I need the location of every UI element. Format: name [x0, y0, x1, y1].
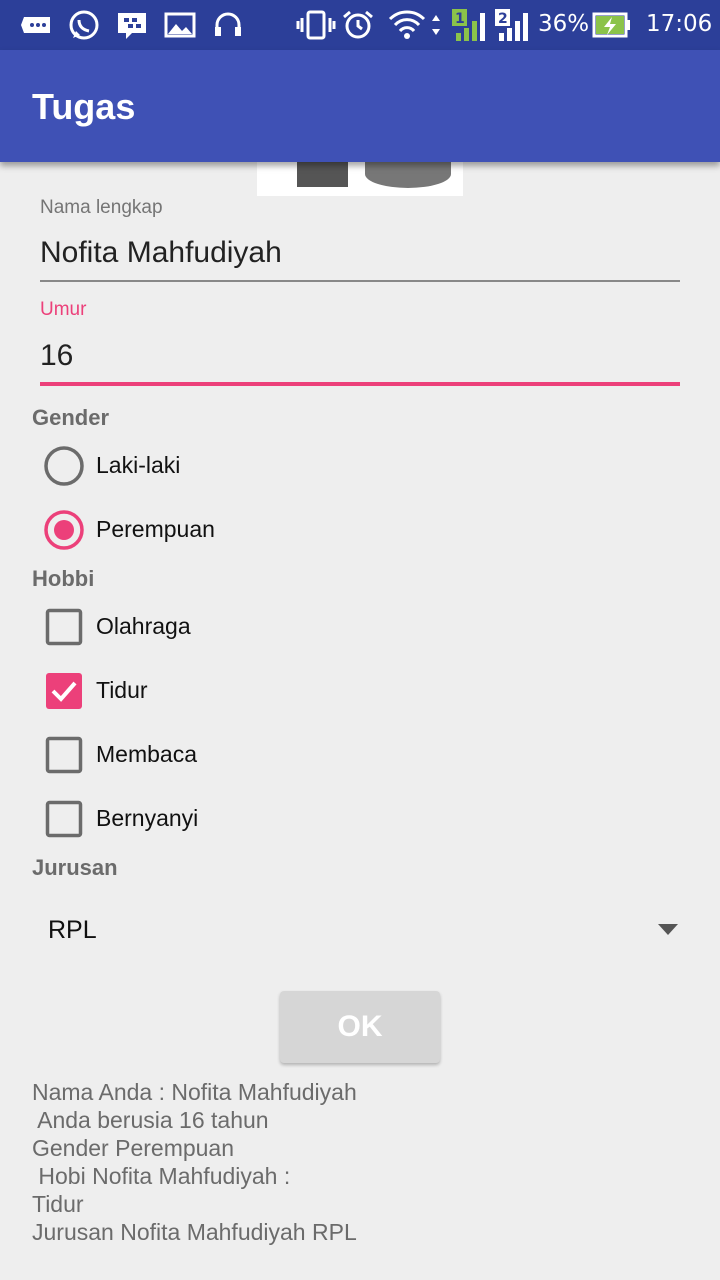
checkbox-bernyanyi[interactable]: Bernyanyi — [40, 795, 680, 855]
gallery-icon — [164, 12, 196, 38]
app-bar: Tugas — [0, 50, 720, 162]
result-line: Jurusan Nofita Mahfudiyah RPL — [32, 1219, 357, 1245]
checkbox-label: Membaca — [96, 741, 197, 767]
svg-text:1: 1 — [455, 11, 465, 27]
age-field[interactable]: 16 — [40, 339, 73, 373]
radio-laki-laki[interactable]: Laki-laki — [40, 442, 680, 502]
result-line: Tidur — [32, 1191, 84, 1217]
result-line: Hobi Nofita Mahfudiyah : — [32, 1163, 291, 1189]
whatsapp-icon — [69, 10, 99, 40]
name-field[interactable]: Nofita Mahfudiyah — [40, 236, 282, 270]
bbm-icon — [118, 13, 146, 39]
age-field-underline — [40, 382, 680, 386]
alarm-icon — [343, 10, 373, 39]
svg-text:2: 2 — [498, 11, 508, 27]
hobby-label: Hobbi — [32, 566, 95, 591]
message-icon — [21, 17, 50, 33]
radio-label: Laki-laki — [96, 452, 181, 478]
battery-percent: 36% — [538, 11, 590, 37]
checkbox-unchecked-icon[interactable] — [40, 731, 88, 779]
name-field-label: Nama lengkap — [40, 197, 163, 218]
result-line: Anda berusia 16 tahun — [32, 1107, 269, 1133]
checkbox-checked-icon[interactable] — [40, 667, 88, 715]
checkbox-tidur[interactable]: Tidur — [40, 667, 680, 727]
radio-perempuan[interactable]: Perempuan — [40, 506, 680, 566]
result-line: Gender Perempuan — [32, 1135, 235, 1161]
signal-sim1-icon: 1 — [452, 9, 485, 41]
ok-button[interactable]: OK — [280, 991, 440, 1063]
dropdown-arrow-icon[interactable] — [658, 924, 678, 935]
checkbox-olahraga[interactable]: Olahraga — [40, 603, 680, 663]
radio-unchecked-icon[interactable] — [40, 442, 88, 490]
status-bar: 1 2 36% 17:06 — [0, 0, 720, 50]
radio-checked-icon[interactable] — [40, 506, 88, 554]
wifi-icon — [388, 10, 440, 39]
name-field-underline — [40, 280, 680, 282]
radio-label: Perempuan — [96, 516, 215, 542]
clock: 17:06 — [646, 11, 713, 37]
signal-sim2-icon: 2 — [495, 9, 528, 41]
major-label: Jurusan — [32, 855, 118, 880]
headset-icon — [215, 12, 241, 36]
result-line: Nama Anda : Nofita Mahfudiyah — [32, 1079, 357, 1105]
major-selected-value: RPL — [48, 916, 97, 944]
page-title: Tugas — [32, 86, 136, 127]
age-field-label: Umur — [40, 299, 87, 320]
checkbox-membaca[interactable]: Membaca — [40, 731, 680, 791]
checkbox-unchecked-icon[interactable] — [40, 603, 88, 651]
vibrate-icon — [296, 10, 336, 40]
result-text: Nama Anda : Nofita Mahfudiyah Anda berus… — [32, 1078, 692, 1246]
checkbox-unchecked-icon[interactable] — [40, 795, 88, 843]
gender-label: Gender — [32, 405, 110, 430]
checkbox-label: Tidur — [96, 677, 148, 703]
battery-charging-icon — [592, 12, 630, 38]
major-spinner[interactable]: RPL — [32, 900, 688, 964]
checkbox-label: Bernyanyi — [96, 805, 199, 831]
checkbox-label: Olahraga — [96, 613, 191, 639]
